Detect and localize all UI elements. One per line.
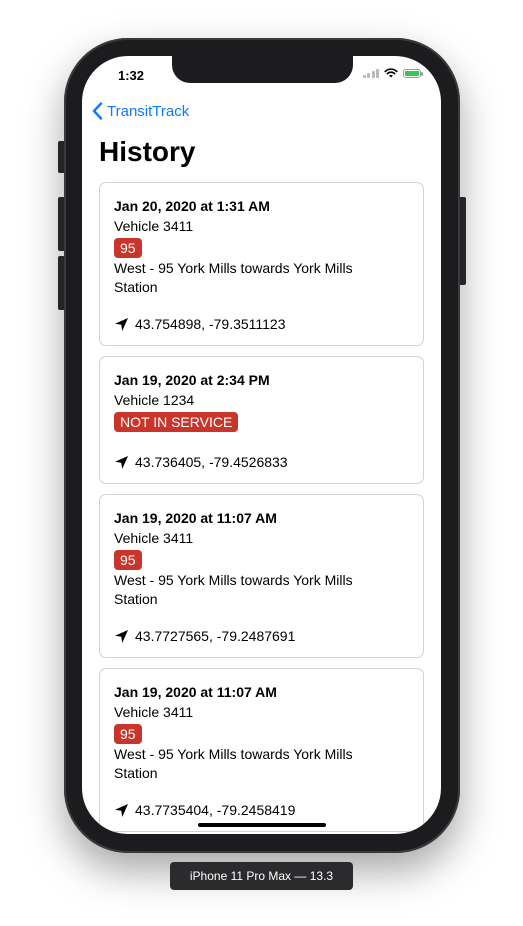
notch xyxy=(172,56,353,83)
device-label: iPhone 11 Pro Max — 13.3 xyxy=(170,862,353,890)
route-badge: NOT IN SERVICE xyxy=(114,412,239,432)
entry-date: Jan 19, 2020 at 11:07 AM xyxy=(114,510,277,526)
entry-vehicle: Vehicle 3411 xyxy=(114,530,194,546)
entry-coordinates: 43.7735404, -79.2458419 xyxy=(135,802,296,818)
history-card[interactable]: Jan 19, 2020 at 11:07 AM Vehicle 3411 95… xyxy=(99,668,424,832)
entry-coordinates: 43.736405, -79.4526833 xyxy=(135,454,288,470)
entry-location: 43.736405, -79.4526833 xyxy=(114,453,409,471)
cellular-signal-icon xyxy=(362,68,379,78)
entry-location: 43.7727565, -79.2487691 xyxy=(114,627,409,645)
simulator-stage: 1:32 TransitTrack History Jan 20, 2020 a… xyxy=(0,0,523,926)
battery-icon xyxy=(403,68,423,78)
entry-date: Jan 20, 2020 at 1:31 AM xyxy=(114,198,270,214)
back-button[interactable]: TransitTrack xyxy=(92,102,189,120)
route-badge: 95 xyxy=(114,550,142,570)
entry-vehicle: Vehicle 3411 xyxy=(114,704,194,720)
home-indicator[interactable] xyxy=(198,823,326,827)
history-card[interactable]: Jan 19, 2020 at 11:07 AM Vehicle 3411 95… xyxy=(99,494,424,658)
phone-screen: 1:32 TransitTrack History Jan 20, 2020 a… xyxy=(82,56,441,834)
location-arrow-icon xyxy=(115,803,128,817)
location-arrow-icon xyxy=(115,629,128,643)
battery-level xyxy=(405,70,419,76)
location-arrow-icon xyxy=(115,455,128,469)
history-card[interactable]: Jan 20, 2020 at 1:31 AM Vehicle 3411 95 … xyxy=(99,182,424,346)
entry-description: West - 95 York Mills towards York Mills … xyxy=(114,260,353,295)
entry-description: West - 95 York Mills towards York Mills … xyxy=(114,572,353,607)
chevron-left-icon xyxy=(92,102,103,120)
entry-coordinates: 43.754898, -79.3511123 xyxy=(135,316,286,332)
status-time: 1:32 xyxy=(118,68,145,83)
wifi-icon xyxy=(384,68,398,78)
location-arrow-icon xyxy=(115,317,128,331)
entry-location: 43.7735404, -79.2458419 xyxy=(114,801,409,819)
entry-location: 43.754898, -79.3511123 xyxy=(114,315,409,333)
route-badge: 95 xyxy=(114,724,142,744)
entry-description: West - 95 York Mills towards York Mills … xyxy=(114,746,353,781)
route-badge: 95 xyxy=(114,238,142,258)
entry-vehicle: Vehicle 1234 xyxy=(114,392,195,408)
entry-date: Jan 19, 2020 at 2:34 PM xyxy=(114,372,270,388)
entry-coordinates: 43.7727565, -79.2487691 xyxy=(135,628,296,644)
back-button-label: TransitTrack xyxy=(107,102,190,120)
status-icons xyxy=(362,68,423,78)
history-list[interactable]: Jan 20, 2020 at 1:31 AM Vehicle 3411 95 … xyxy=(99,182,424,834)
page-title: History xyxy=(99,136,196,167)
history-card[interactable]: Jan 19, 2020 at 2:34 PM Vehicle 1234 NOT… xyxy=(99,356,424,484)
entry-date: Jan 19, 2020 at 11:07 AM xyxy=(114,684,277,700)
power-button xyxy=(459,197,466,285)
entry-vehicle: Vehicle 3411 xyxy=(114,218,194,234)
